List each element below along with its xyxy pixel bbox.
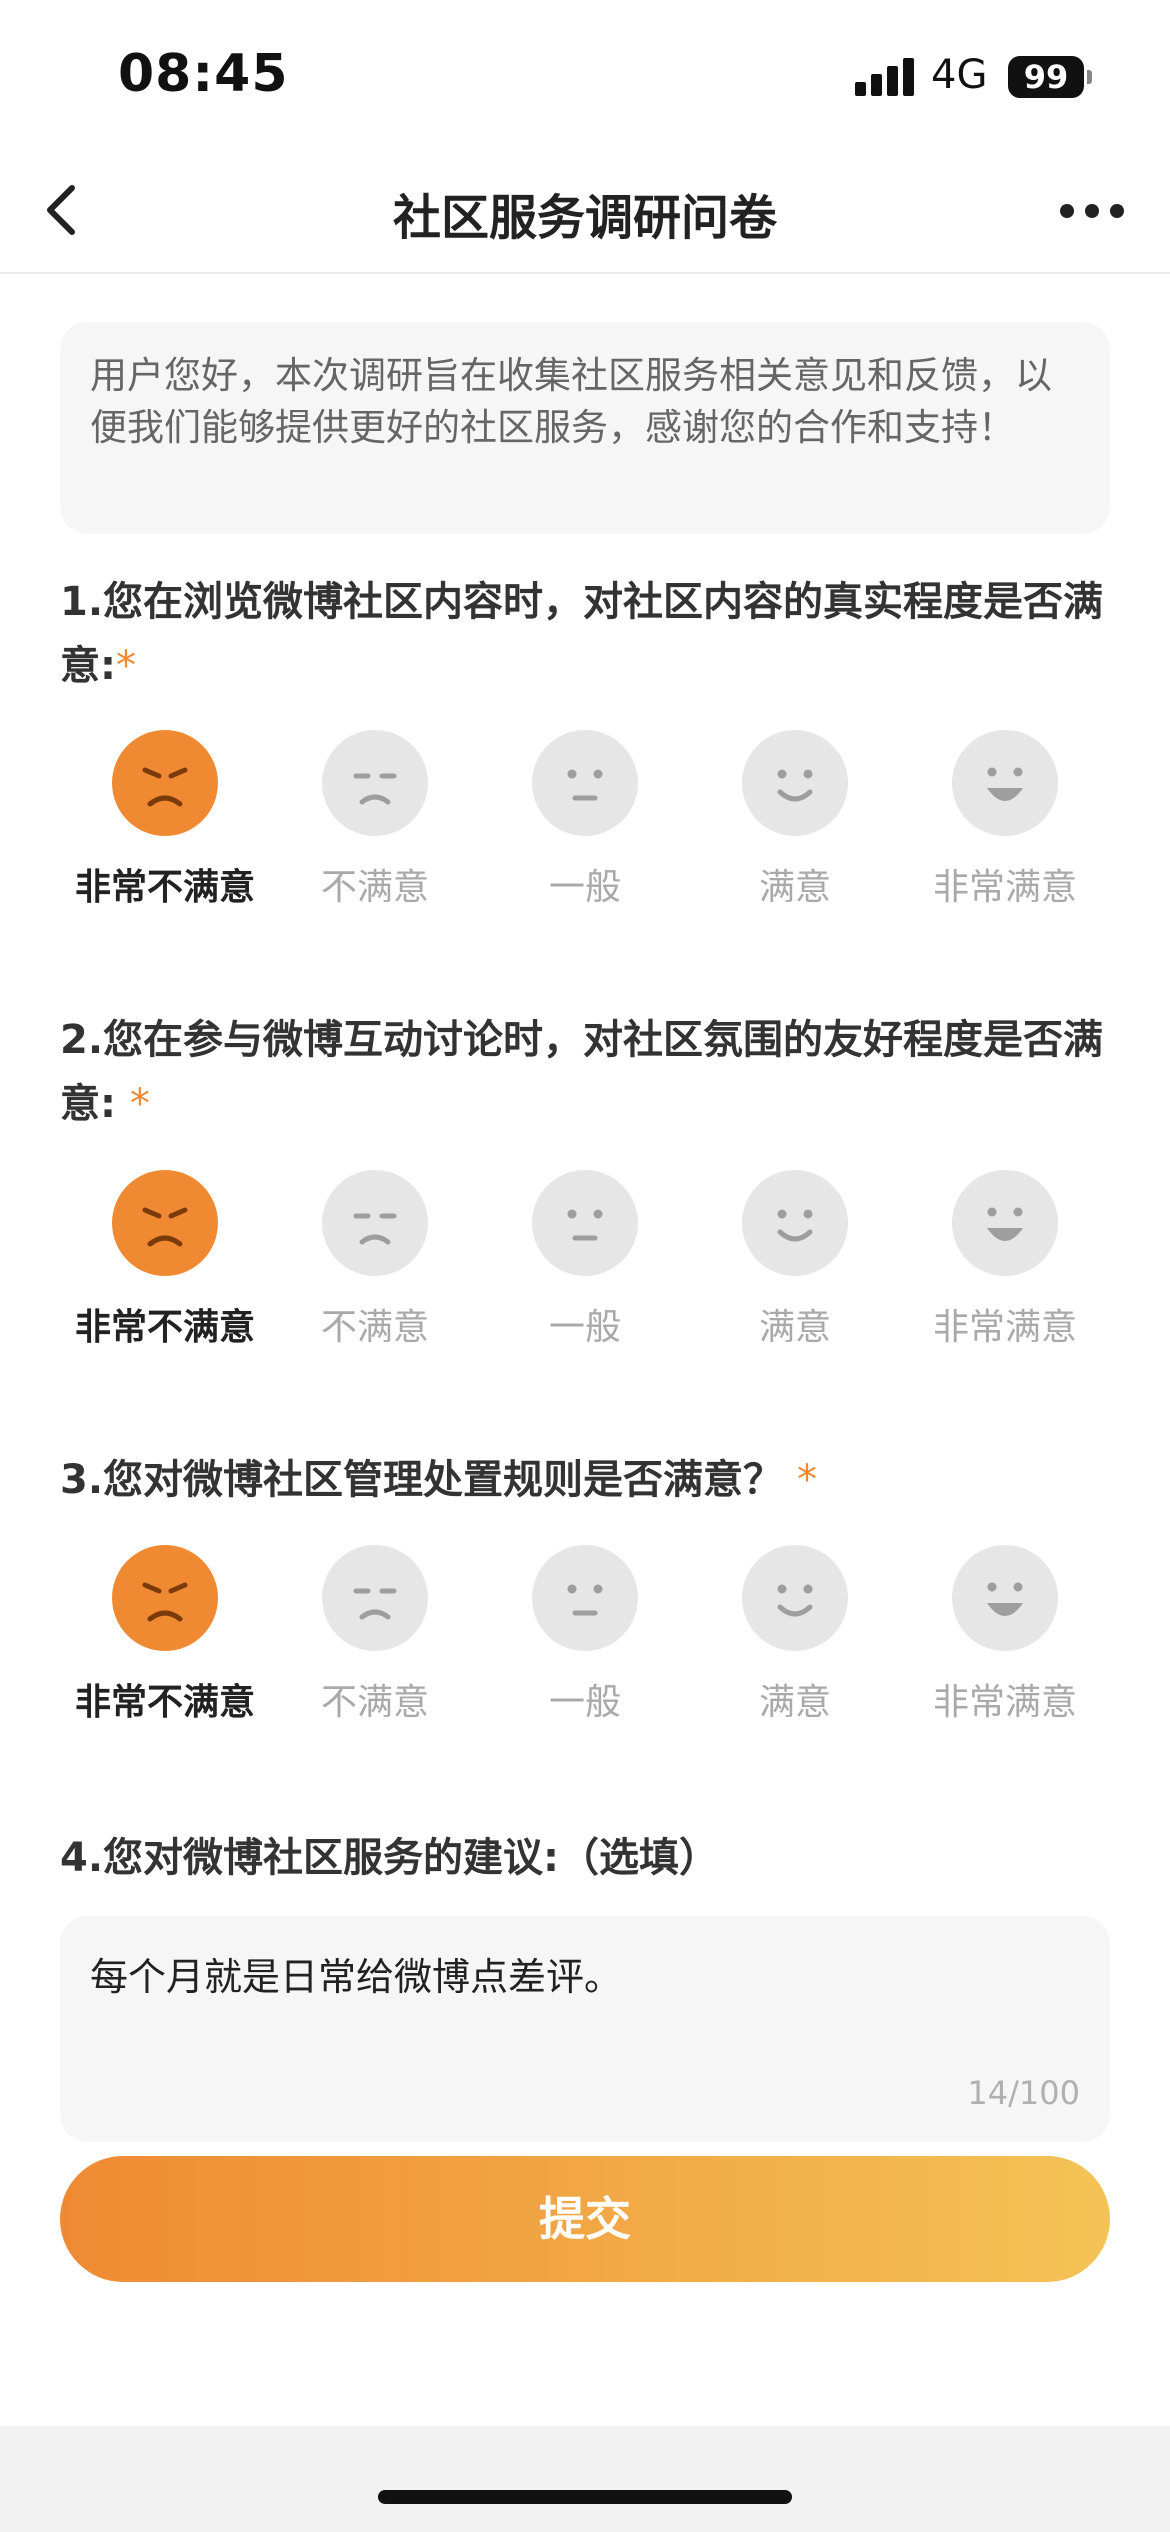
rating-label: 一般: [548, 867, 621, 908]
submit-button[interactable]: 提交: [60, 2156, 1110, 2282]
rating-option-1[interactable]: 非常不满意: [60, 730, 270, 920]
survey-intro: 用户您好，本次调研旨在收集社区服务相关意见和反馈，以便我们能够提供更好的社区服务…: [60, 322, 1110, 534]
very-angry-face-icon: [112, 1545, 218, 1651]
bottom-safe-area: [0, 2426, 1170, 2532]
status-bar: 08:45 4G 99: [0, 0, 1170, 150]
rating-option-1[interactable]: 非常不满意: [60, 1545, 270, 1735]
question-4-title: 4.您对微博社区服务的建议:（选填）: [60, 1835, 720, 1881]
battery-icon: 99: [1008, 56, 1084, 98]
neutral-face-icon: [532, 1545, 638, 1651]
rating-label: 一般: [548, 1307, 621, 1348]
rating-option-2[interactable]: 不满意: [270, 1170, 480, 1360]
page-title: 社区服务调研问卷: [392, 190, 777, 246]
rating-option-5[interactable]: 非常满意: [900, 1545, 1110, 1735]
nav-bar: 社区服务调研问卷: [0, 150, 1170, 274]
rating-option-1[interactable]: 非常不满意: [60, 1170, 270, 1360]
rating-label: 满意: [758, 1682, 831, 1723]
status-time: 08:45: [118, 44, 289, 104]
question-2-rating: 非常不满意 不满意 一般 满意 非常满意: [60, 1170, 1110, 1360]
more-horizontal-icon: [1060, 204, 1074, 218]
rating-label: 满意: [758, 867, 831, 908]
question-title-text: 1.您在浏览微博社区内容时，对社区内容的真实程度是否满意:: [60, 579, 1104, 689]
rating-label: 非常满意: [932, 1307, 1077, 1348]
suggestion-text: 每个月就是日常给微博点差评。: [90, 1955, 623, 1999]
rating-label: 非常满意: [932, 867, 1077, 908]
rating-option-3[interactable]: 一般: [480, 730, 690, 920]
question-3-rating: 非常不满意 不满意 一般 满意 非常满意: [60, 1545, 1110, 1735]
required-marker: *: [129, 1081, 150, 1127]
rating-label: 不满意: [320, 1682, 429, 1723]
question-1-rating: 非常不满意 不满意 一般 满意 非常满意: [60, 730, 1110, 920]
question-2-title: 2.您在参与微博互动讨论时，对社区氛围的友好程度是否满意: *: [60, 1008, 1120, 1136]
rating-label: 不满意: [320, 1307, 429, 1348]
question-1-title: 1.您在浏览微博社区内容时，对社区内容的真实程度是否满意:*: [60, 570, 1120, 698]
rating-option-2[interactable]: 不满意: [270, 730, 480, 920]
smile-face-icon: [742, 1170, 848, 1276]
rating-option-3[interactable]: 一般: [480, 1545, 690, 1735]
rating-option-4[interactable]: 满意: [690, 1170, 900, 1360]
battery-tip: [1087, 70, 1092, 84]
neutral-face-icon: [532, 730, 638, 836]
rating-label: 非常不满意: [74, 1307, 255, 1348]
grin-face-icon: [952, 730, 1058, 836]
char-counter: 14/100: [967, 2074, 1080, 2112]
smile-face-icon: [742, 730, 848, 836]
question-title-text: 3.您对微博社区管理处置规则是否满意？: [60, 1457, 797, 1503]
sad-face-icon: [322, 1545, 428, 1651]
very-angry-face-icon: [112, 1170, 218, 1276]
more-button[interactable]: [1052, 186, 1132, 234]
sad-face-icon: [322, 730, 428, 836]
question-title-text: 2.您在参与微博互动讨论时，对社区氛围的友好程度是否满意:: [60, 1017, 1104, 1127]
grin-face-icon: [952, 1545, 1058, 1651]
rating-option-4[interactable]: 满意: [690, 730, 900, 920]
network-type: 4G: [931, 52, 988, 98]
rating-label: 满意: [758, 1307, 831, 1348]
rating-label: 非常满意: [932, 1682, 1077, 1723]
required-marker: *: [116, 643, 136, 689]
very-angry-face-icon: [112, 730, 218, 836]
rating-label: 不满意: [320, 867, 429, 908]
rating-label: 非常不满意: [74, 867, 255, 908]
rating-option-5[interactable]: 非常满意: [900, 730, 1110, 920]
rating-label: 一般: [548, 1682, 621, 1723]
neutral-face-icon: [532, 1170, 638, 1276]
sad-face-icon: [322, 1170, 428, 1276]
rating-label: 非常不满意: [74, 1682, 255, 1723]
rating-option-3[interactable]: 一般: [480, 1170, 690, 1360]
home-indicator: [378, 2490, 792, 2504]
rating-option-4[interactable]: 满意: [690, 1545, 900, 1735]
suggestion-textarea[interactable]: 每个月就是日常给微博点差评。 14/100: [60, 1916, 1110, 2142]
question-3-title: 3.您对微博社区管理处置规则是否满意？ *: [60, 1448, 1120, 1512]
smile-face-icon: [742, 1545, 848, 1651]
required-marker: *: [796, 1457, 817, 1503]
rating-option-5[interactable]: 非常满意: [900, 1170, 1110, 1360]
grin-face-icon: [952, 1170, 1058, 1276]
rating-option-2[interactable]: 不满意: [270, 1545, 480, 1735]
signal-icon: [855, 58, 915, 96]
